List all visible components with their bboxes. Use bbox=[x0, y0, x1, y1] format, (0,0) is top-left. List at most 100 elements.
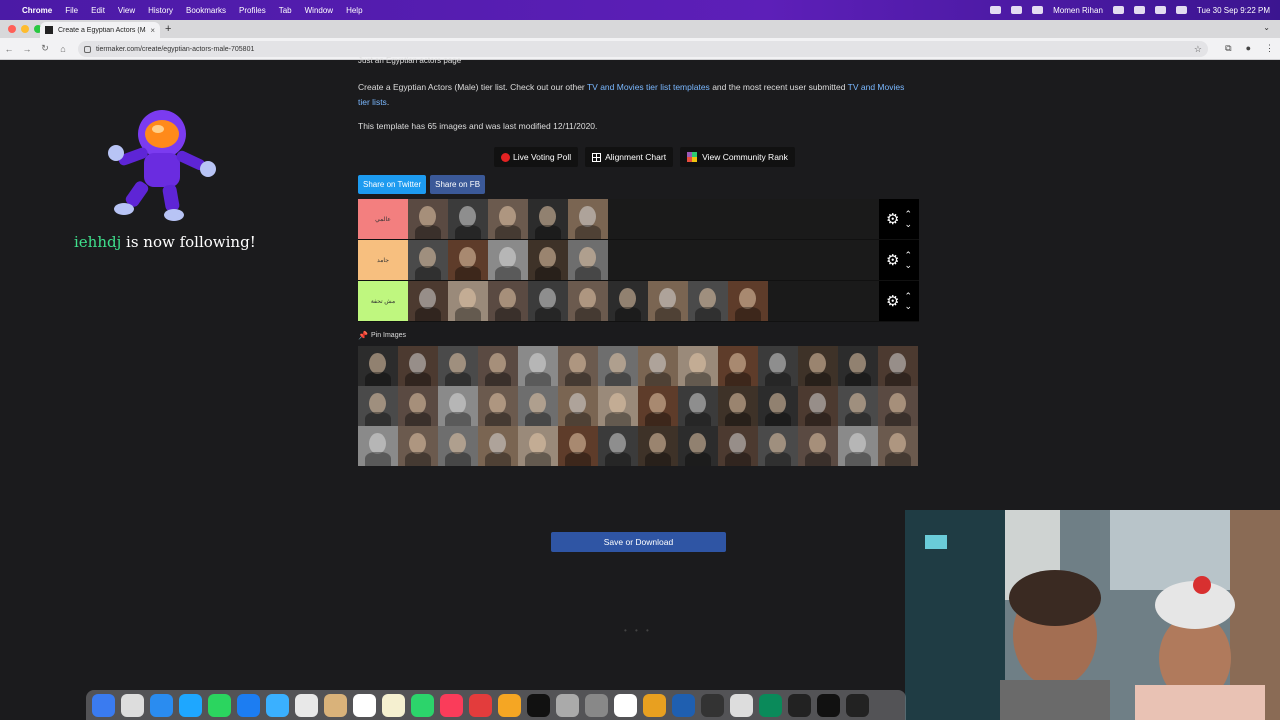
menu-history[interactable]: History bbox=[148, 6, 173, 15]
tier-label[interactable]: عالمي bbox=[358, 199, 408, 239]
dock-app-icon[interactable] bbox=[353, 693, 376, 717]
pool-image[interactable] bbox=[398, 386, 438, 426]
share-facebook-button[interactable]: Share on FB bbox=[430, 175, 486, 194]
pool-image[interactable] bbox=[718, 426, 758, 466]
pool-image[interactable] bbox=[718, 386, 758, 426]
pool-image[interactable] bbox=[798, 346, 838, 386]
battery-icon[interactable] bbox=[1112, 6, 1124, 14]
pool-image[interactable] bbox=[478, 426, 518, 466]
chevron-down-icon[interactable]: ⌄ bbox=[904, 301, 912, 311]
pool-image[interactable] bbox=[838, 346, 878, 386]
tier-image[interactable] bbox=[528, 240, 568, 280]
chevron-up-icon[interactable]: ⌃ bbox=[904, 209, 912, 219]
dock-app-icon[interactable] bbox=[237, 693, 260, 717]
tier-image[interactable] bbox=[608, 281, 648, 321]
dock-app-icon[interactable] bbox=[788, 693, 811, 717]
dock-app-icon[interactable] bbox=[295, 693, 318, 717]
dock-app-icon[interactable] bbox=[614, 693, 637, 717]
new-tab-icon[interactable]: + bbox=[165, 23, 171, 35]
pool-image[interactable] bbox=[718, 346, 758, 386]
tier-image[interactable] bbox=[488, 281, 528, 321]
dock-app-icon[interactable] bbox=[527, 693, 550, 717]
tier-image[interactable] bbox=[408, 240, 448, 280]
site-info-icon[interactable] bbox=[84, 45, 91, 53]
pool-image[interactable] bbox=[878, 386, 918, 426]
pool-image[interactable] bbox=[518, 426, 558, 466]
menu-file[interactable]: File bbox=[65, 6, 78, 15]
menu-app[interactable]: Chrome bbox=[22, 6, 52, 15]
pool-image[interactable] bbox=[358, 426, 398, 466]
wifi-icon[interactable] bbox=[1133, 6, 1145, 14]
pool-image[interactable] bbox=[798, 386, 838, 426]
dock-app-icon[interactable] bbox=[817, 693, 840, 717]
menubar-clock[interactable]: Tue 30 Sep 9:22 PM bbox=[1197, 6, 1270, 15]
pool-image[interactable] bbox=[358, 346, 398, 386]
tier-image[interactable] bbox=[408, 281, 448, 321]
menu-help[interactable]: Help bbox=[346, 6, 362, 15]
dock-app-icon[interactable] bbox=[643, 693, 666, 717]
pool-image[interactable] bbox=[678, 426, 718, 466]
menu-view[interactable]: View bbox=[118, 6, 135, 15]
tier-image[interactable] bbox=[408, 199, 448, 239]
pool-image[interactable] bbox=[838, 426, 878, 466]
pool-image[interactable] bbox=[598, 426, 638, 466]
dock-app-icon[interactable] bbox=[92, 693, 115, 717]
dock-app-icon[interactable] bbox=[440, 693, 463, 717]
tier-label[interactable]: مش تحفة bbox=[358, 281, 408, 321]
alignment-chart-button[interactable]: Alignment Chart bbox=[585, 147, 674, 167]
pool-image[interactable] bbox=[598, 386, 638, 426]
dock-app-icon[interactable] bbox=[208, 693, 231, 717]
forward-icon[interactable]: → bbox=[18, 44, 36, 54]
tier-image[interactable] bbox=[728, 281, 768, 321]
tier-image[interactable] bbox=[448, 199, 488, 239]
tier-image[interactable] bbox=[448, 281, 488, 321]
address-bar[interactable]: tiermaker.com/create/egyptian-actors-mal… bbox=[78, 41, 1208, 57]
volume-icon[interactable] bbox=[1032, 6, 1044, 14]
close-window-button[interactable] bbox=[8, 25, 16, 33]
display-icon[interactable] bbox=[1011, 6, 1023, 14]
dock-app-icon[interactable] bbox=[411, 693, 434, 717]
dock-app-icon[interactable] bbox=[324, 693, 347, 717]
pool-image[interactable] bbox=[878, 346, 918, 386]
pool-image[interactable] bbox=[558, 346, 598, 386]
dock-app-icon[interactable] bbox=[266, 693, 289, 717]
dock-app-icon[interactable] bbox=[179, 693, 202, 717]
dock-app-icon[interactable] bbox=[121, 693, 144, 717]
dock-app-icon[interactable] bbox=[759, 693, 782, 717]
bookmark-star-icon[interactable]: ☆ bbox=[1194, 44, 1202, 55]
pool-image[interactable] bbox=[478, 386, 518, 426]
pool-image[interactable] bbox=[398, 426, 438, 466]
tier-image[interactable] bbox=[568, 281, 608, 321]
pool-image[interactable] bbox=[678, 346, 718, 386]
dock-app-icon[interactable] bbox=[585, 693, 608, 717]
more-menu-icon[interactable]: ⋮ bbox=[1265, 43, 1274, 54]
pin-images-toggle[interactable]: 📌 Pin Images bbox=[358, 331, 406, 340]
pool-image[interactable] bbox=[638, 346, 678, 386]
profile-icon[interactable]: ● bbox=[1246, 43, 1251, 54]
tier-image[interactable] bbox=[528, 199, 568, 239]
pool-image[interactable] bbox=[638, 426, 678, 466]
gear-icon[interactable]: ⚙ bbox=[886, 292, 899, 310]
tier-image[interactable] bbox=[648, 281, 688, 321]
pool-image[interactable] bbox=[558, 426, 598, 466]
pool-image[interactable] bbox=[398, 346, 438, 386]
dock-app-icon[interactable] bbox=[701, 693, 724, 717]
pool-image[interactable] bbox=[678, 386, 718, 426]
gear-icon[interactable]: ⚙ bbox=[886, 210, 899, 228]
tab-search-icon[interactable]: ⌄ bbox=[1263, 23, 1270, 32]
dock-app-icon[interactable] bbox=[846, 693, 869, 717]
url-text[interactable]: tiermaker.com/create/egyptian-actors-mal… bbox=[96, 46, 254, 53]
pool-image[interactable] bbox=[518, 346, 558, 386]
tier-image[interactable] bbox=[568, 240, 608, 280]
dock-app-icon[interactable] bbox=[150, 693, 173, 717]
menu-edit[interactable]: Edit bbox=[91, 6, 105, 15]
tv-movies-templates-link[interactable]: TV and Movies tier list templates bbox=[587, 82, 710, 92]
reload-icon[interactable]: ↻ bbox=[36, 43, 54, 54]
close-tab-icon[interactable]: × bbox=[150, 26, 155, 35]
menubar-user[interactable]: Momen Rihan bbox=[1053, 6, 1103, 15]
menu-bookmarks[interactable]: Bookmarks bbox=[186, 6, 226, 15]
menu-tab[interactable]: Tab bbox=[279, 6, 292, 15]
home-icon[interactable]: ⌂ bbox=[54, 44, 72, 54]
menu-window[interactable]: Window bbox=[305, 6, 333, 15]
pool-image[interactable] bbox=[358, 386, 398, 426]
